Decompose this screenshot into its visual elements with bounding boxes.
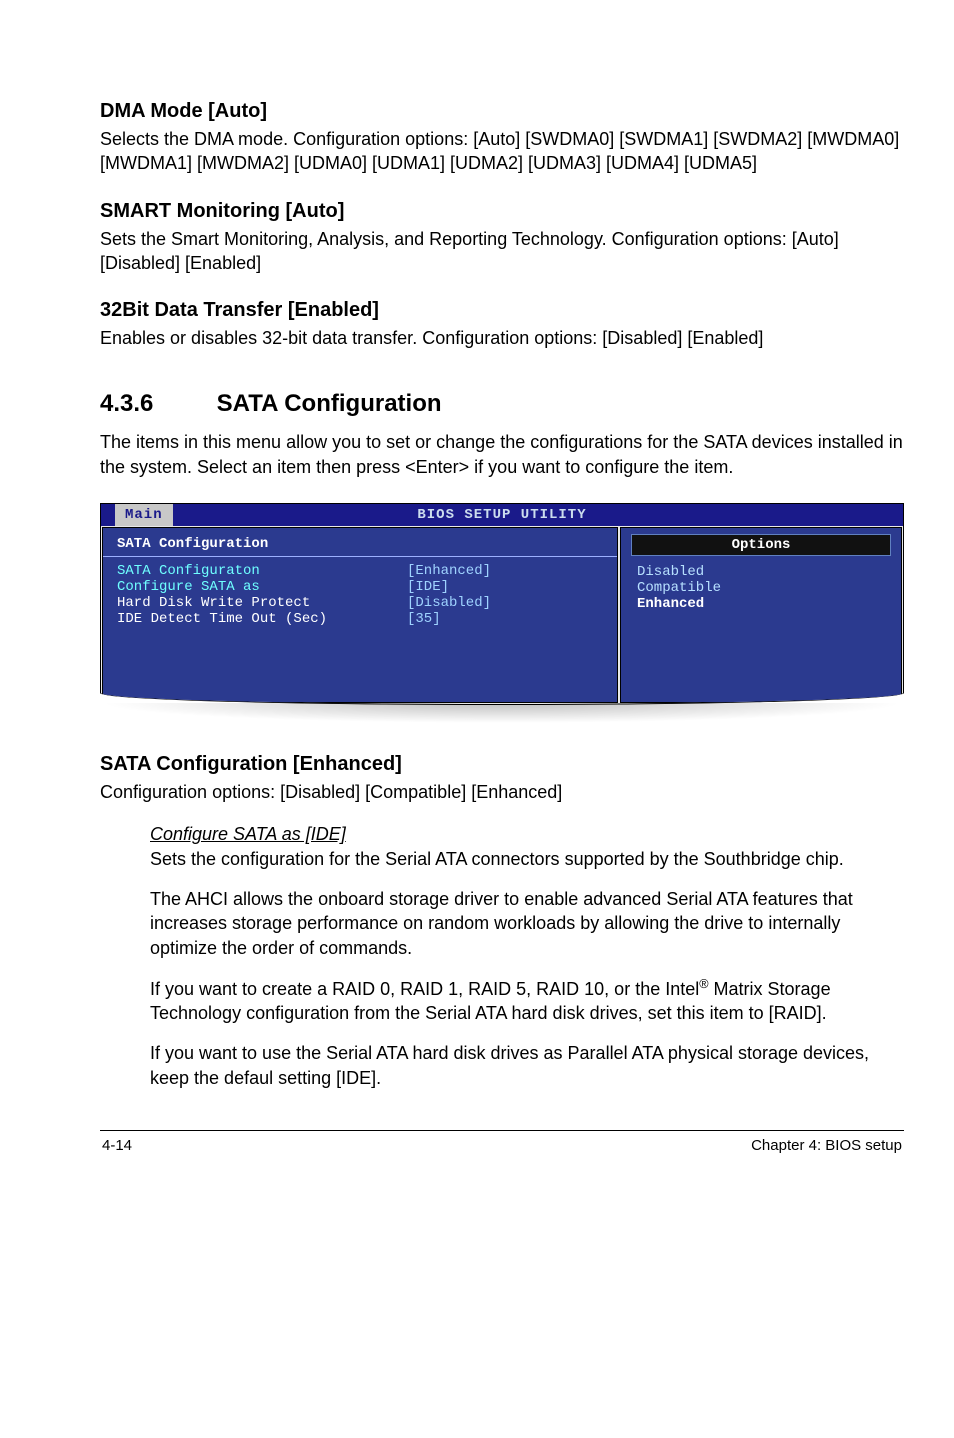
bios-left-panel: SATA Configuration SATA Configuraton[Enh…	[102, 527, 618, 703]
bios-header-title: BIOS SETUP UTILITY	[417, 507, 586, 523]
bios-option-selected: Enhanced	[631, 596, 891, 612]
bios-row-val: [Disabled]	[407, 595, 491, 611]
smart-monitoring-heading: SMART Monitoring [Auto]	[100, 200, 904, 223]
sata-config-heading: SATA Configuration [Enhanced]	[100, 753, 904, 776]
bios-shadow	[100, 703, 904, 723]
bios-row-val: [35]	[407, 611, 441, 627]
section-title-text: SATA Configuration	[217, 390, 442, 417]
section-intro: The items in this menu allow you to set …	[100, 430, 904, 479]
bios-left-title: SATA Configuration	[117, 534, 603, 552]
sata-config-body: Configuration options: [Disabled] [Compa…	[100, 780, 904, 804]
configure-sata-ide-p4: If you want to use the Serial ATA hard d…	[150, 1041, 894, 1090]
bios-row-key: SATA Configuraton	[117, 563, 407, 579]
section-number: 4.3.6	[100, 390, 210, 418]
bios-right-panel: Options Disabled Compatible Enhanced	[620, 527, 902, 703]
bios-row-val: [Enhanced]	[407, 563, 491, 579]
bios-tab-main: Main	[115, 504, 173, 526]
footer-page-number: 4-14	[102, 1137, 132, 1154]
page-footer: 4-14 Chapter 4: BIOS setup	[100, 1137, 904, 1164]
bios-options-label: Options	[631, 534, 891, 556]
bios-row-key: Hard Disk Write Protect	[117, 595, 407, 611]
registered-icon: ®	[699, 977, 708, 991]
bios-row-key: Configure SATA as	[117, 579, 407, 595]
dma-mode-body: Selects the DMA mode. Configuration opti…	[100, 127, 904, 176]
configure-sata-ide-p2: The AHCI allows the onboard storage driv…	[150, 887, 894, 960]
configure-sata-ide-p3a: If you want to create a RAID 0, RAID 1, …	[150, 979, 699, 999]
configure-sata-ide-heading: Configure SATA as [IDE]	[150, 824, 346, 844]
footer-divider	[100, 1130, 904, 1131]
section-heading: 4.3.6 SATA Configuration	[100, 390, 904, 418]
32bit-transfer-body: Enables or disables 32-bit data transfer…	[100, 326, 904, 350]
bios-option: Compatible	[631, 580, 891, 596]
bios-row-val: [IDE]	[407, 579, 449, 595]
32bit-transfer-heading: 32Bit Data Transfer [Enabled]	[100, 299, 904, 322]
configure-sata-ide-p1: Sets the configuration for the Serial AT…	[150, 849, 844, 869]
indented-block: Configure SATA as [IDE] Sets the configu…	[150, 822, 894, 1090]
bios-header: Main BIOS SETUP UTILITY	[101, 504, 903, 526]
bios-divider	[103, 556, 617, 557]
configure-sata-ide-p3: If you want to create a RAID 0, RAID 1, …	[150, 976, 894, 1026]
dma-mode-heading: DMA Mode [Auto]	[100, 100, 904, 123]
bios-row-key: IDE Detect Time Out (Sec)	[117, 611, 407, 627]
bios-option: Disabled	[631, 564, 891, 580]
footer-chapter: Chapter 4: BIOS setup	[751, 1137, 902, 1154]
bios-screenshot: Main BIOS SETUP UTILITY SATA Configurati…	[100, 503, 904, 705]
smart-monitoring-body: Sets the Smart Monitoring, Analysis, and…	[100, 227, 904, 276]
